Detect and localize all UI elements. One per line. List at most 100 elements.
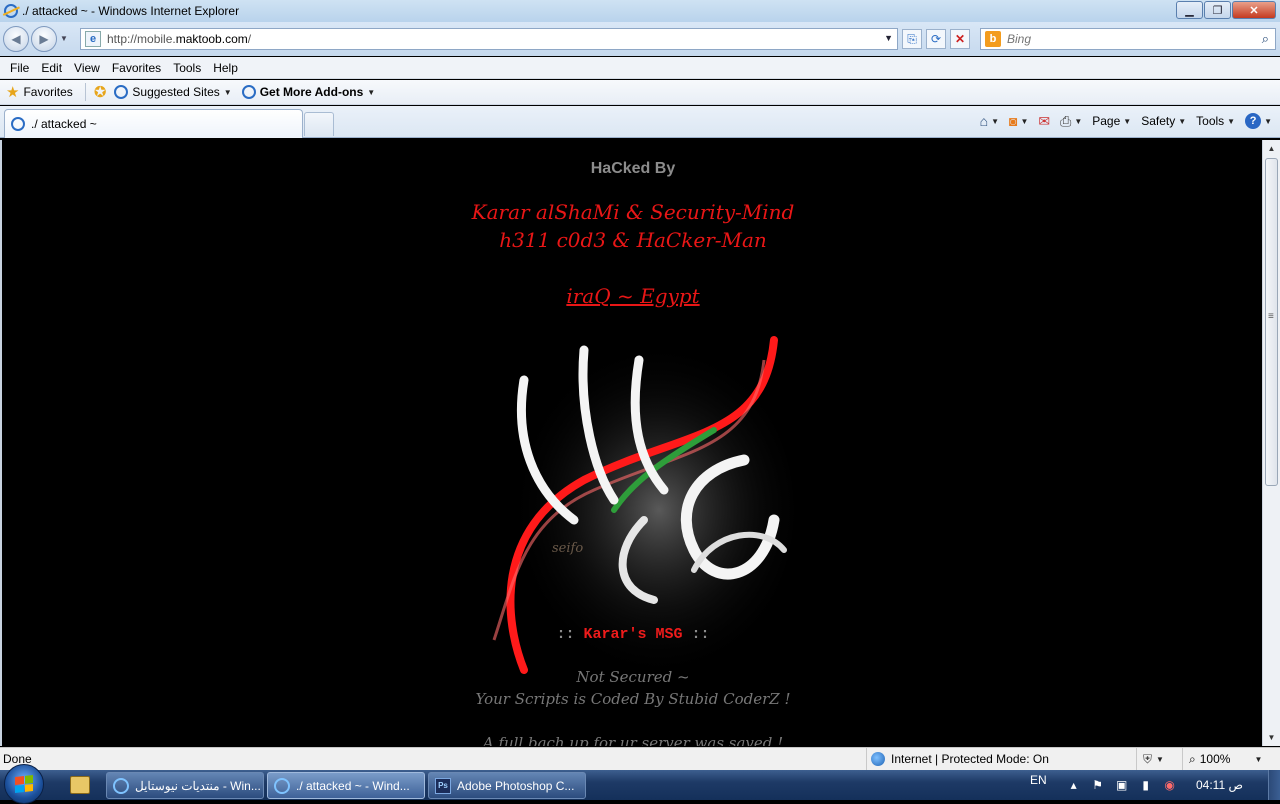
favorites-label: Favorites xyxy=(23,85,73,99)
menu-tools[interactable]: Tools xyxy=(169,61,209,75)
printer-icon: ⎙ xyxy=(1060,112,1072,129)
menu-view[interactable]: View xyxy=(70,61,108,75)
hacker-names-line-2: h311 c0d3 & HaCker-Man xyxy=(499,228,767,252)
page-menu[interactable]: Page ▼ xyxy=(1092,114,1131,128)
help-menu[interactable]: ? ▼ xyxy=(1245,113,1272,129)
add-to-favorites-icon[interactable]: ✪ xyxy=(94,83,107,101)
protected-mode-button[interactable]: ⛨ ▼ xyxy=(1136,748,1164,770)
tools-menu[interactable]: Tools ▼ xyxy=(1196,114,1235,128)
internet-explorer-icon xyxy=(274,777,290,794)
back-arrow-icon: ◀ xyxy=(11,32,21,46)
search-icon[interactable]: ⌕ xyxy=(1262,31,1269,47)
chevron-down-icon: ▼ xyxy=(1074,116,1083,126)
vertical-scrollbar[interactable]: ▲ ▼ xyxy=(1262,140,1280,746)
read-mail-button[interactable]: ✉ xyxy=(1038,113,1050,130)
url-text[interactable]: http://mobile.maktoob.com/ xyxy=(107,32,251,46)
message-line-2: Your Scripts is Coded By Stubid CoderZ ! xyxy=(475,690,791,708)
zone-text: Internet | Protected Mode: On xyxy=(891,752,1049,766)
address-dropdown-icon[interactable]: ▼ xyxy=(884,33,893,43)
scroll-down-arrow-icon[interactable]: ▼ xyxy=(1263,729,1280,746)
hacked-by-heading: HaCked By xyxy=(590,160,676,177)
feeds-button[interactable]: ◙ ▼ xyxy=(1009,113,1028,129)
globe-icon xyxy=(871,752,885,766)
action-center-flag-icon[interactable]: ⚑ xyxy=(1091,778,1105,792)
clock[interactable]: ص 04:11 xyxy=(1196,770,1243,800)
forward-button[interactable]: ▶ xyxy=(31,26,57,52)
search-input[interactable] xyxy=(1007,32,1237,46)
language-indicator[interactable]: EN xyxy=(1030,773,1047,787)
message-prefix: :: xyxy=(556,626,575,643)
suggested-sites-label: Suggested Sites xyxy=(132,85,220,99)
menu-edit[interactable]: Edit xyxy=(37,61,70,75)
recent-pages-dropdown[interactable]: ▼ xyxy=(60,34,68,43)
volume-muted-icon[interactable]: ◉ xyxy=(1163,778,1177,792)
scroll-up-arrow-icon[interactable]: ▲ xyxy=(1263,140,1280,157)
print-button[interactable]: ⎙ ▼ xyxy=(1060,113,1082,130)
taskbar: منتديات نيوستايل - Win... ./ attacked ~ … xyxy=(0,764,1280,804)
zoom-text: 100% xyxy=(1199,752,1231,766)
tab-attacked[interactable]: ./ attacked ~ xyxy=(4,109,303,138)
page-content: HaCked By Karar alShaMi & Security-Mind … xyxy=(0,140,1262,746)
internet-explorer-icon xyxy=(241,85,256,99)
network-signal-icon[interactable]: ▮ xyxy=(1139,778,1153,792)
compatibility-view-button[interactable]: ⎘ xyxy=(902,29,922,49)
explorer-folder-icon[interactable] xyxy=(70,776,90,794)
zoom-level[interactable]: ⌕ 100% ▼ xyxy=(1182,748,1262,770)
address-bar[interactable]: e http://mobile.maktoob.com/ ▼ xyxy=(80,28,898,50)
search-box[interactable]: b ⌕ xyxy=(980,28,1276,50)
forward-arrow-icon: ▶ xyxy=(39,32,49,46)
shield-icon: ⛨ xyxy=(1143,751,1153,766)
get-more-addons-button[interactable]: Get More Add-ons ▼ xyxy=(241,85,376,99)
message-title: :: Karar's MSG :: xyxy=(2,626,1262,643)
country-link[interactable]: iraQ ~ Egypt xyxy=(2,284,1262,308)
toolbar-separator xyxy=(84,83,86,101)
chevron-down-icon: ▼ xyxy=(1123,116,1132,126)
internet-explorer-icon xyxy=(113,777,129,794)
help-icon: ? xyxy=(1245,113,1262,129)
taskbar-item-photoshop[interactable]: Ps Adobe Photoshop C... xyxy=(428,772,586,799)
chevron-down-icon: ▼ xyxy=(1264,116,1272,126)
taskbar-item-label: Adobe Photoshop C... xyxy=(457,778,575,793)
get-more-addons-label: Get More Add-ons xyxy=(259,85,364,99)
favorites-bar: ★ Favorites ✪ Suggested Sites ▼ Get More… xyxy=(0,80,1280,105)
chevron-down-icon: ▼ xyxy=(367,87,376,97)
suggested-sites-button[interactable]: Suggested Sites ▼ xyxy=(114,85,232,99)
logo-signature: seifo xyxy=(552,541,583,556)
internet-explorer-icon xyxy=(4,4,18,18)
menu-help[interactable]: Help xyxy=(209,61,246,75)
message-line-3: A full bach up for ur server was saved ! xyxy=(482,734,784,746)
security-zone[interactable]: Internet | Protected Mode: On xyxy=(866,748,1049,770)
zoom-icon: ⌕ xyxy=(1189,751,1196,766)
chevron-down-icon: ▼ xyxy=(1020,116,1029,126)
favorites-button[interactable]: ★ Favorites xyxy=(6,83,73,101)
back-button[interactable]: ◀ xyxy=(3,26,29,52)
photoshop-icon: Ps xyxy=(435,777,451,794)
safety-menu[interactable]: Safety ▼ xyxy=(1141,114,1186,128)
show-hidden-icons-icon[interactable]: ▴ xyxy=(1067,778,1081,792)
home-button[interactable]: ⌂ ▼ xyxy=(980,113,999,129)
mail-icon: ✉ xyxy=(1038,112,1051,129)
tools-menu-label: Tools xyxy=(1196,114,1225,128)
scroll-thumb[interactable] xyxy=(1265,158,1278,486)
stop-button[interactable]: ✕ xyxy=(950,29,970,49)
menu-file[interactable]: File xyxy=(6,61,37,75)
chevron-down-icon: ▼ xyxy=(1254,754,1263,764)
new-tab-button[interactable] xyxy=(304,112,334,136)
star-icon: ★ xyxy=(6,84,20,101)
taskbar-item-forum[interactable]: منتديات نيوستايل - Win... xyxy=(106,772,264,799)
taskbar-item-label: منتديات نيوستايل - Win... xyxy=(135,778,261,793)
close-button[interactable]: ✕ xyxy=(1232,1,1276,19)
device-icon[interactable]: ▣ xyxy=(1115,778,1129,792)
restore-button[interactable]: ❐ xyxy=(1204,1,1231,19)
menu-favorites[interactable]: Favorites xyxy=(108,61,169,75)
start-button[interactable] xyxy=(4,764,44,804)
minimize-button[interactable]: ▁ xyxy=(1176,1,1203,19)
windows-logo-icon xyxy=(15,775,33,793)
refresh-button[interactable]: ⟳ xyxy=(926,29,946,49)
menu-bar: File Edit View Favorites Tools Help xyxy=(0,57,1280,79)
taskbar-item-label: ./ attacked ~ - Wind... xyxy=(296,778,410,793)
show-desktop-button[interactable] xyxy=(1268,770,1280,800)
page-icon: e xyxy=(85,31,101,47)
safety-menu-label: Safety xyxy=(1141,114,1176,128)
taskbar-item-attacked[interactable]: ./ attacked ~ - Wind... xyxy=(267,772,425,799)
